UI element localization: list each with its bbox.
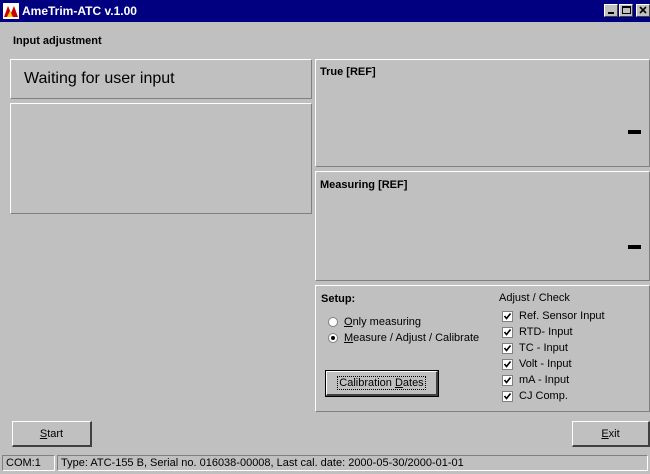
radio-only-measuring[interactable]: Only measuring	[328, 316, 421, 328]
measuring-value-panel: Measuring [REF]	[315, 171, 650, 281]
status-message: Waiting for user input	[24, 70, 175, 87]
check-rtd-input[interactable]: RTD- Input	[502, 326, 573, 338]
status-message-panel: Waiting for user input	[10, 59, 312, 99]
check-cj-comp[interactable]: CJ Comp.	[502, 390, 568, 402]
checkmark-icon	[503, 344, 512, 352]
exit-button[interactable]: Exit	[572, 421, 650, 447]
calibration-dates-button[interactable]: Calibration Dates	[325, 370, 439, 397]
exit-button-label: Exit	[601, 427, 620, 440]
section-title: Input adjustment	[13, 35, 102, 47]
checkmark-icon	[503, 376, 512, 384]
check-tc-label: TC - Input	[519, 342, 568, 354]
minimize-button[interactable]	[604, 4, 618, 17]
adjust-check-title: Adjust / Check	[499, 292, 570, 304]
radio-measure-adjust-calibrate[interactable]: Measure / Adjust / Calibrate	[328, 332, 479, 344]
checkbox-tc-input[interactable]	[502, 342, 513, 354]
checkbox-ref-sensor-input[interactable]	[502, 310, 513, 322]
check-ref-sensor-input[interactable]: Ref. Sensor Input	[502, 310, 605, 322]
check-ma-input[interactable]: mA - Input	[502, 374, 569, 386]
status-port: COM:1	[2, 455, 55, 471]
calibration-dates-button-face[interactable]: Calibration Dates	[326, 371, 438, 396]
true-value-display	[628, 130, 641, 134]
check-ma-label: mA - Input	[519, 374, 570, 386]
checkbox-rtd-input[interactable]	[502, 326, 513, 338]
checkmark-icon	[503, 360, 512, 368]
checkbox-volt-input[interactable]	[502, 358, 513, 370]
check-cj-comp-label: CJ Comp.	[519, 390, 568, 402]
status-device-info: Type: ATC-155 B, Serial no. 016038-00008…	[57, 455, 648, 471]
maximize-icon	[622, 6, 631, 14]
window-title: AmeTrim-ATC v.1.00	[22, 4, 137, 18]
true-value-panel: True [REF]	[315, 59, 650, 167]
check-ref-sensor-label: Ref. Sensor Input	[519, 310, 605, 322]
radio-only-measuring-indicator[interactable]	[328, 317, 338, 327]
close-button[interactable]	[636, 4, 650, 17]
checkbox-ma-input[interactable]	[502, 374, 513, 386]
start-button[interactable]: Start	[12, 421, 92, 447]
checkbox-cj-comp[interactable]	[502, 390, 513, 402]
measuring-value-label: Measuring [REF]	[320, 179, 408, 191]
check-volt-label: Volt - Input	[519, 358, 572, 370]
checkmark-icon	[503, 312, 512, 320]
true-value-label: True [REF]	[320, 66, 376, 78]
measuring-value-display	[628, 245, 641, 249]
close-icon	[639, 6, 647, 14]
checkmark-icon	[503, 392, 512, 400]
minimize-icon	[608, 12, 614, 14]
start-button-label: Start	[39, 427, 64, 440]
title-bar[interactable]: AmeTrim-ATC v.1.00	[0, 0, 650, 22]
radio-measure-adjust-calibrate-label: Measure / Adjust / Calibrate	[344, 332, 480, 344]
check-volt-input[interactable]: Volt - Input	[502, 358, 572, 370]
app-logo-icon	[3, 3, 19, 19]
setup-title: Setup:	[321, 293, 356, 305]
radio-only-measuring-label: Only measuring	[344, 316, 422, 328]
radio-measure-adjust-calibrate-indicator[interactable]	[328, 333, 338, 343]
setup-panel: Setup: Only measuring Measure / Adjust /…	[315, 285, 650, 412]
check-tc-input[interactable]: TC - Input	[502, 342, 568, 354]
check-rtd-label: RTD- Input	[519, 326, 573, 338]
calibration-dates-label: Calibration Dates	[337, 376, 426, 390]
maximize-button[interactable]	[619, 4, 633, 17]
checkmark-icon	[503, 328, 512, 336]
info-panel	[10, 103, 312, 214]
